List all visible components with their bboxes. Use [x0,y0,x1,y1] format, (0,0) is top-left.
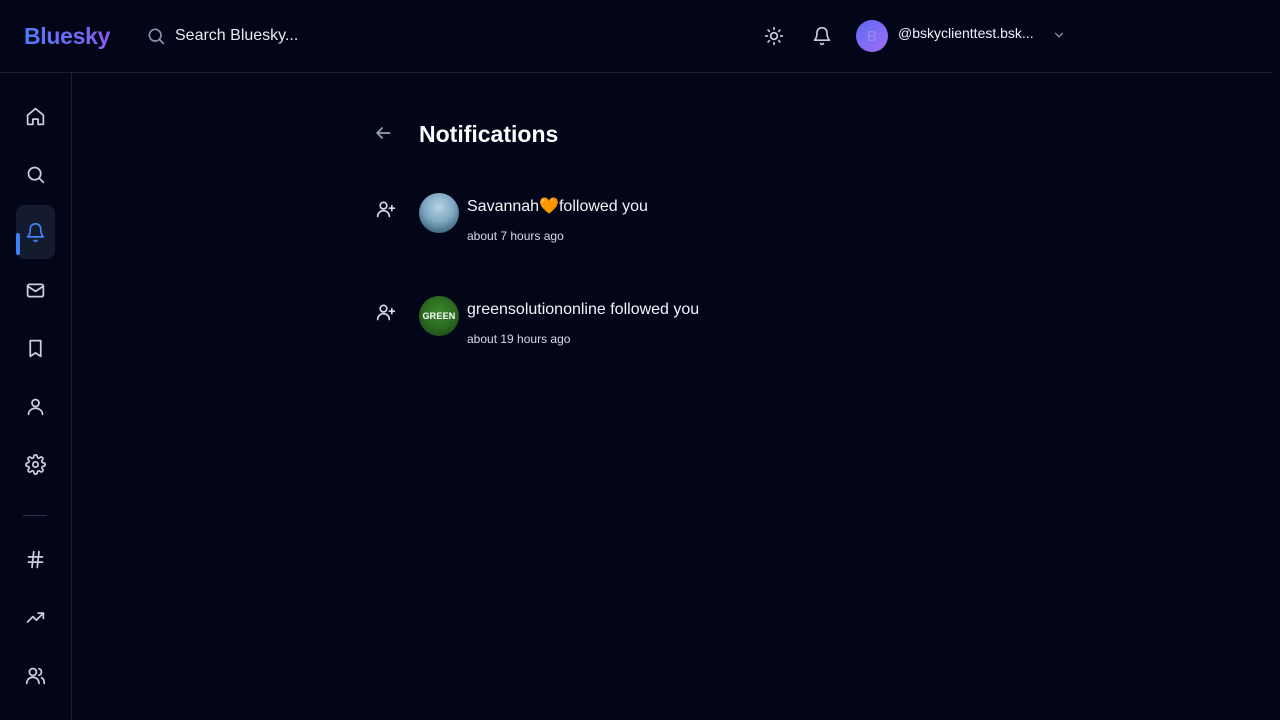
avatar: B [856,20,888,52]
page-title: Notifications [419,121,559,147]
notification-time: about 19 hours ago [467,332,571,346]
avatar[interactable]: GREEN [419,296,459,336]
sidebar-item-bookmarks[interactable] [16,321,55,375]
sidebar-item-profile[interactable] [16,379,55,433]
user-plus-icon [376,201,396,218]
user-plus-icon [376,304,396,321]
search-input[interactable]: Search Bluesky... [146,24,298,48]
notification-action: followed you [558,198,648,215]
account-handle: @bskyclienttest.bsk... [898,25,1034,41]
notification-text: Savannah🧡followed you [467,197,648,217]
bell-icon [26,222,45,242]
sidebar-item-trending[interactable] [16,590,55,644]
mail-icon [26,283,45,297]
avatar[interactable] [419,193,459,233]
notification-text: greensolutiononline followed you [467,300,699,320]
sidebar-item-home[interactable] [16,89,55,143]
chevron-down-icon [1054,32,1063,38]
search-placeholder: Search Bluesky... [175,27,299,44]
sun-icon [764,26,784,46]
hashtag-icon [27,550,44,568]
home-icon [26,107,45,125]
search-icon [148,28,165,45]
notification-item[interactable]: GREEN greensolutiononline followed you a… [376,296,776,366]
sidebar-item-hashtags[interactable] [16,532,55,586]
active-indicator [16,233,20,255]
notification-item[interactable]: Savannah🧡followed you about 7 hours ago [376,193,776,263]
bell-icon [813,26,831,46]
sidebar [0,73,72,720]
theme-toggle-button[interactable] [762,24,786,48]
user-icon [27,398,44,415]
bluesky-logo[interactable]: Bluesky [24,22,110,50]
avatar-logo-text: GREEN [422,311,456,321]
search-icon [27,166,45,183]
sidebar-item-search[interactable] [16,147,55,201]
bookmark-icon [29,339,42,357]
sidebar-item-notifications[interactable] [16,205,55,259]
back-arrow-icon[interactable] [373,123,393,143]
app: Bluesky Search Bluesky... B @bskyclientt… [0,0,1280,720]
top-bar: Bluesky Search Bluesky... B @bskyclientt… [0,0,1272,73]
sidebar-item-communities[interactable] [16,648,55,702]
trending-icon [26,611,45,623]
notification-time: about 7 hours ago [467,229,564,243]
notifications-button[interactable] [810,24,834,48]
notification-action: followed you [610,301,700,318]
notification-user[interactable]: greensolutiononline [467,301,606,318]
sidebar-divider [23,515,47,516]
account-switcher[interactable]: B @bskyclienttest.bsk... [856,20,1066,52]
gear-icon [25,453,46,475]
sidebar-item-messages[interactable] [16,263,55,317]
sidebar-item-settings[interactable] [16,437,55,491]
notification-user[interactable]: Savannah🧡 [467,198,559,215]
users-icon [25,667,46,684]
